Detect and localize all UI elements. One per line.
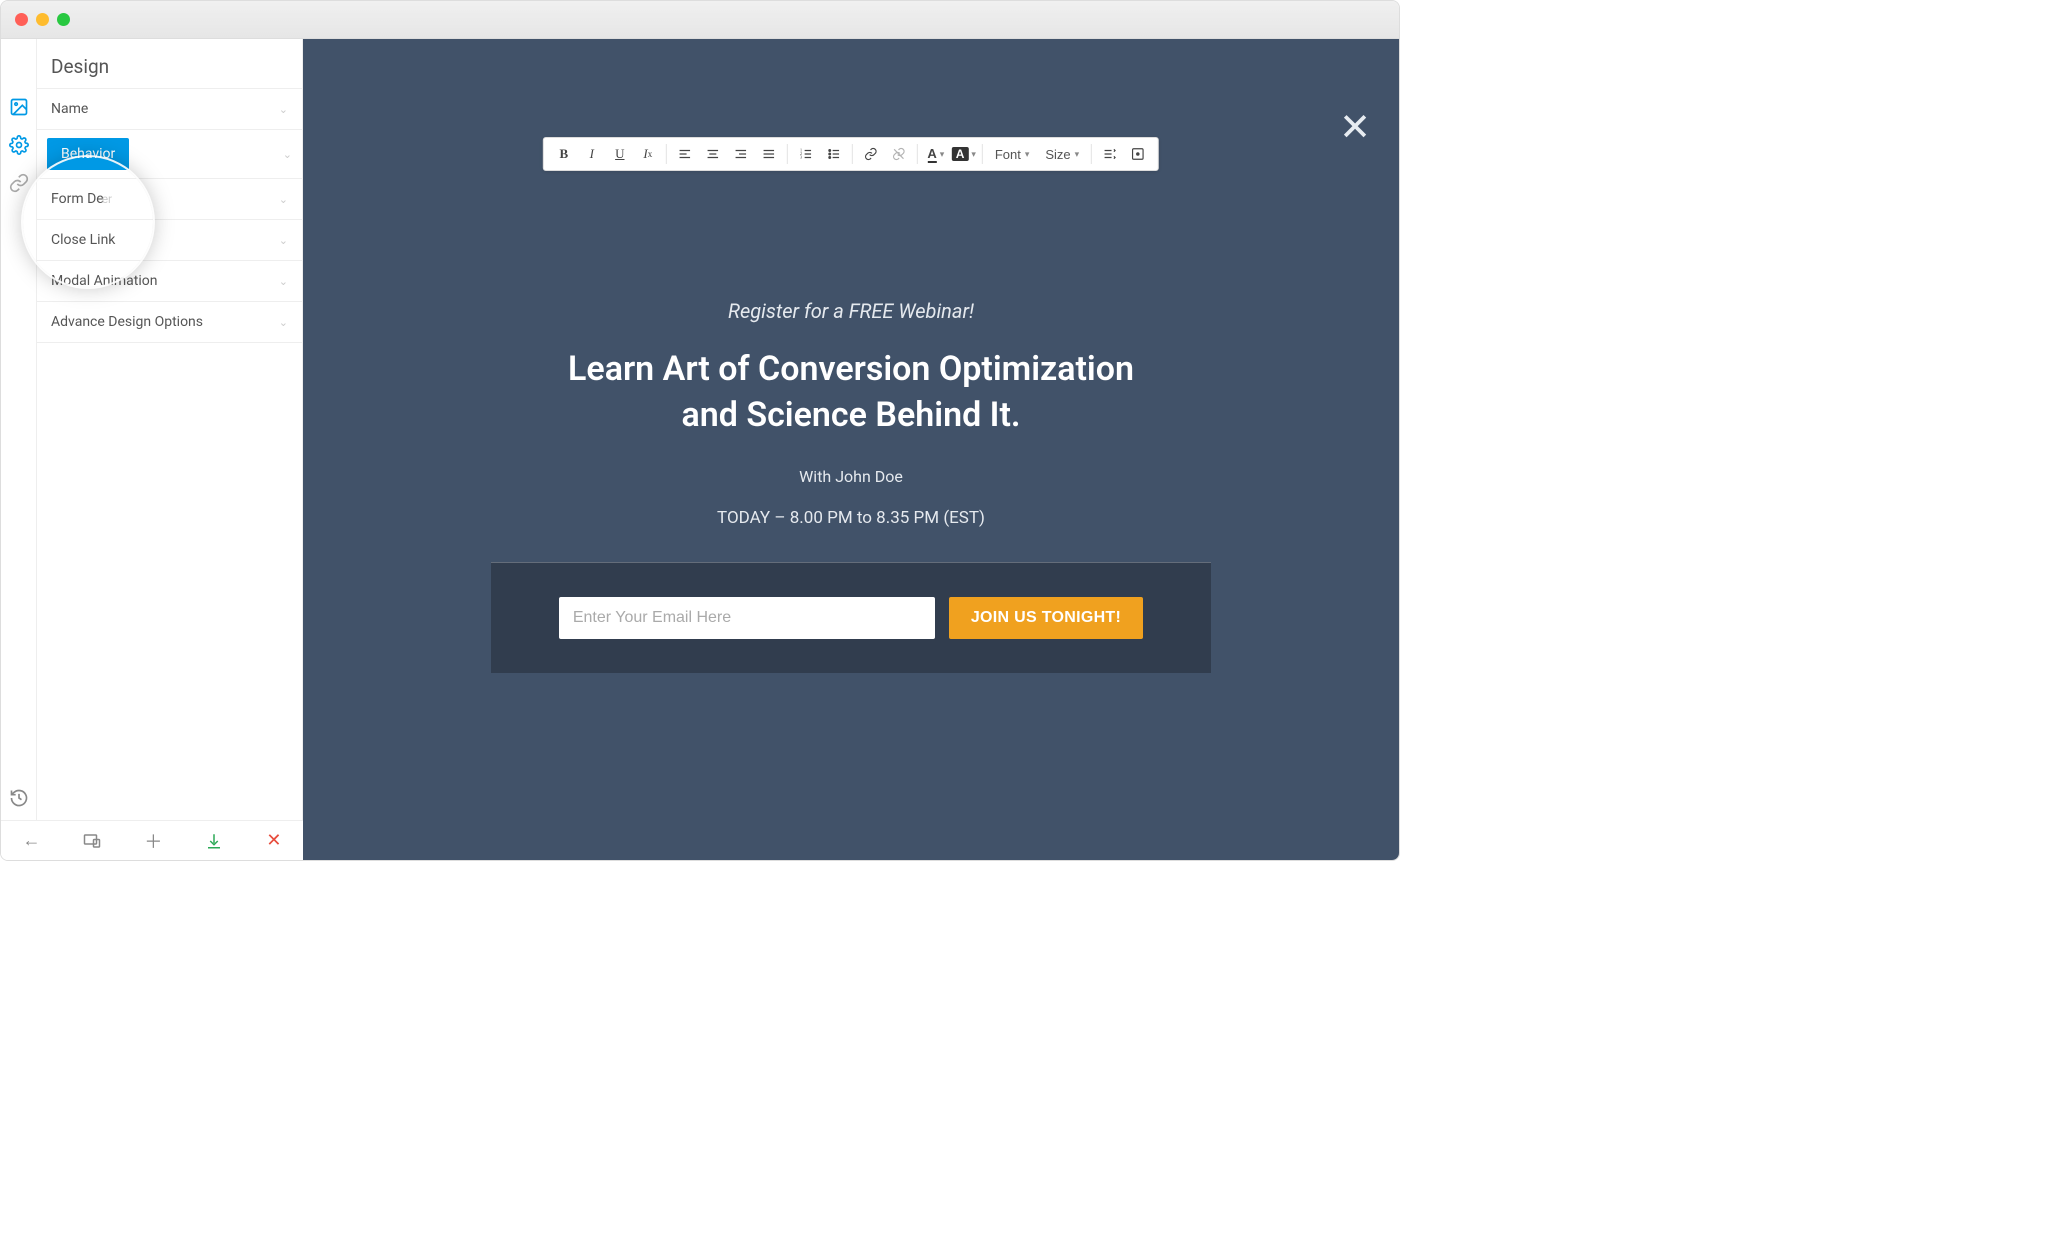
window-close-icon[interactable] bbox=[15, 13, 28, 26]
back-icon[interactable]: ← bbox=[22, 830, 40, 851]
font-select-label: Font bbox=[995, 147, 1021, 162]
unlink-button[interactable] bbox=[885, 140, 913, 168]
bg-color-button[interactable]: A bbox=[950, 140, 978, 168]
image-icon[interactable] bbox=[9, 97, 29, 117]
chevron-down-icon: ⌄ bbox=[283, 148, 292, 161]
separator bbox=[1091, 144, 1092, 164]
insert-button[interactable] bbox=[1124, 140, 1152, 168]
headline-line1: Learn Art of Conversion Optimization bbox=[568, 349, 1134, 389]
email-input[interactable] bbox=[559, 597, 935, 639]
underline-button[interactable]: U bbox=[606, 140, 634, 168]
sidebar-item-label: Form De bbox=[51, 191, 104, 207]
chevron-down-icon: ⌄ bbox=[279, 316, 288, 329]
sidebar-item-close-link[interactable]: Close Link ⌄ bbox=[37, 219, 302, 260]
sidebar-item-label: Behavior bbox=[47, 138, 129, 170]
window-titlebar bbox=[1, 1, 1399, 39]
gear-icon[interactable] bbox=[9, 135, 29, 155]
left-rail bbox=[1, 39, 37, 860]
signup-form: JOIN US TONIGHT! bbox=[491, 562, 1211, 673]
line-height-button[interactable] bbox=[1096, 140, 1124, 168]
sidebar-item-label: Close Link bbox=[51, 232, 115, 248]
download-icon[interactable] bbox=[205, 832, 223, 850]
chevron-down-icon: ⌄ bbox=[279, 275, 288, 288]
size-select-label: Size bbox=[1045, 147, 1070, 162]
app-body: Design Name ⌄ Behavior ⌄ Form Deer ⌄ Clo… bbox=[1, 39, 1399, 860]
presenter-line[interactable]: With John Doe bbox=[491, 467, 1211, 486]
devices-icon[interactable] bbox=[83, 832, 101, 850]
plus-icon[interactable]: ＋ bbox=[144, 828, 162, 854]
close-icon[interactable]: ✕ bbox=[266, 830, 281, 851]
align-left-button[interactable] bbox=[671, 140, 699, 168]
window-minimize-icon[interactable] bbox=[36, 13, 49, 26]
separator bbox=[917, 144, 918, 164]
design-sidebar: Design Name ⌄ Behavior ⌄ Form Deer ⌄ Clo… bbox=[37, 39, 303, 860]
sidebar-item-label: Name bbox=[51, 101, 88, 117]
bottom-toolbar: ← ＋ ✕ bbox=[1, 820, 303, 860]
separator bbox=[982, 144, 983, 164]
pre-headline[interactable]: Register for a FREE Webinar! bbox=[491, 299, 1211, 323]
app-window: Design Name ⌄ Behavior ⌄ Form Deer ⌄ Clo… bbox=[0, 0, 1400, 861]
rich-text-toolbar: B I U Ix 123 A A Font▾ Size▾ bbox=[543, 137, 1159, 171]
link-icon[interactable] bbox=[9, 173, 29, 193]
bold-button[interactable]: B bbox=[550, 140, 578, 168]
chevron-down-icon: ⌄ bbox=[279, 234, 288, 247]
headline[interactable]: Learn Art of Conversion Optimization and… bbox=[491, 347, 1211, 439]
sidebar-item-label: Modal Animation bbox=[51, 273, 157, 289]
truncated-text: er bbox=[102, 192, 112, 206]
sidebar-item-modal-animation[interactable]: Modal Animation ⌄ bbox=[37, 260, 302, 301]
preview-canvas: ✕ B I U Ix 123 A A bbox=[303, 39, 1399, 860]
sidebar-item-label: Advance Design Options bbox=[51, 314, 203, 330]
headline-line2: and Science Behind It. bbox=[681, 395, 1020, 435]
window-zoom-icon[interactable] bbox=[57, 13, 70, 26]
separator bbox=[852, 144, 853, 164]
schedule-line[interactable]: TODAY – 8.00 PM to 8.35 PM (EST) bbox=[491, 508, 1211, 528]
italic-button[interactable]: I bbox=[578, 140, 606, 168]
sidebar-item-name[interactable]: Name ⌄ bbox=[37, 88, 302, 129]
chevron-down-icon: ⌄ bbox=[279, 103, 288, 116]
separator bbox=[666, 144, 667, 164]
sidebar-item-behavior[interactable]: Behavior ⌄ bbox=[37, 129, 302, 178]
svg-text:3: 3 bbox=[800, 155, 802, 160]
font-select[interactable]: Font▾ bbox=[987, 147, 1038, 162]
unordered-list-button[interactable] bbox=[820, 140, 848, 168]
modal-close-icon[interactable]: ✕ bbox=[1339, 105, 1371, 150]
modal-content: Register for a FREE Webinar! Learn Art o… bbox=[491, 299, 1211, 673]
size-select[interactable]: Size▾ bbox=[1037, 147, 1087, 162]
ordered-list-button[interactable]: 123 bbox=[792, 140, 820, 168]
separator bbox=[787, 144, 788, 164]
sidebar-item-advance-design[interactable]: Advance Design Options ⌄ bbox=[37, 301, 302, 343]
align-center-button[interactable] bbox=[699, 140, 727, 168]
chevron-down-icon: ⌄ bbox=[279, 193, 288, 206]
clear-format-button[interactable]: Ix bbox=[634, 140, 662, 168]
cta-button[interactable]: JOIN US TONIGHT! bbox=[949, 597, 1143, 639]
history-icon[interactable] bbox=[9, 788, 29, 808]
link-button[interactable] bbox=[857, 140, 885, 168]
text-color-button[interactable]: A bbox=[922, 140, 950, 168]
align-justify-button[interactable] bbox=[755, 140, 783, 168]
sidebar-title: Design bbox=[37, 39, 302, 88]
align-right-button[interactable] bbox=[727, 140, 755, 168]
sidebar-item-form-designer[interactable]: Form Deer ⌄ bbox=[37, 178, 302, 219]
